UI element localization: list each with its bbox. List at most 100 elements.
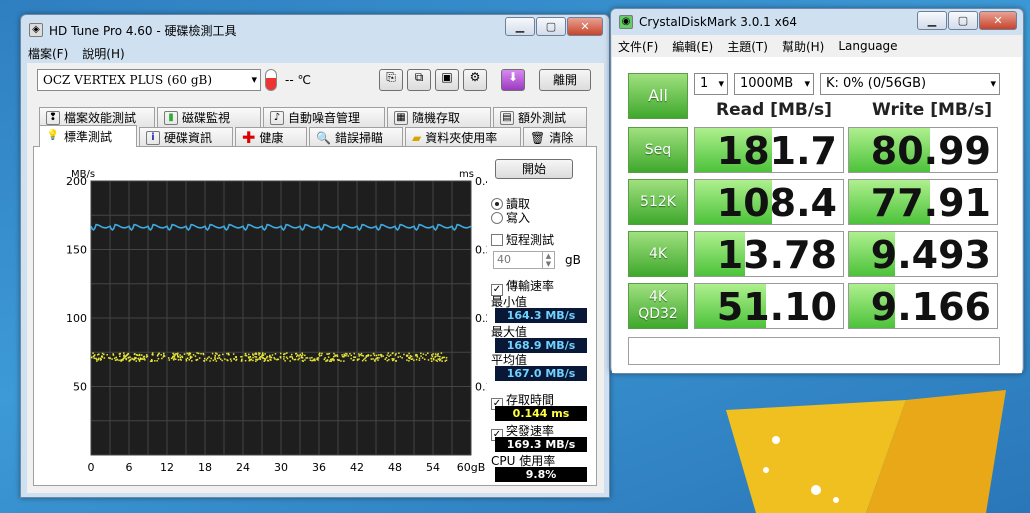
access-time-point (188, 353, 191, 356)
tab-label: 隨機存取 (412, 111, 461, 125)
tab-error-scan[interactable]: 🔍 錯誤掃瞄 (309, 127, 403, 147)
download-icon[interactable]: ⬇ (501, 69, 525, 91)
cdm-close-button[interactable]: ✕ (979, 11, 1017, 30)
access-time-point (305, 357, 307, 359)
access-time-point (323, 358, 326, 361)
write-radio[interactable]: 寫入 (491, 209, 530, 226)
burst-rate-value: 169.3 MB/s (495, 437, 587, 452)
tab-folder-usage[interactable]: ▰ 資料夾使用率 (405, 127, 521, 147)
write-result-cell: 77.91 (848, 179, 998, 225)
access-time-point (324, 357, 326, 359)
access-time-point (286, 357, 289, 360)
access-time-point (329, 360, 331, 362)
tab-health[interactable]: ✚ 健康 (235, 127, 307, 147)
access-time-point (227, 354, 230, 356)
access-time-point (139, 357, 142, 359)
access-time-point (362, 355, 365, 357)
access-time-point (226, 359, 228, 361)
burst-rate-label: 突發速率 (506, 424, 555, 438)
access-time-point (314, 359, 316, 362)
hdtune-window: ◈ HD Tune Pro 4.60 - 硬碟檢測工具 ▁ ▢ ✕ 檔案(F) … (20, 14, 610, 498)
all-button[interactable]: All (628, 73, 688, 119)
tab-benchmark[interactable]: 💡 標準測試 (39, 125, 137, 147)
copy-text-icon[interactable]: ⧉ (407, 69, 431, 91)
access-time-point (318, 355, 321, 357)
cdm-menu-edit[interactable]: 編輯(E) (672, 38, 713, 55)
access-time-point (431, 354, 433, 356)
access-time-point (353, 356, 355, 358)
cdm-menu-help[interactable]: 幫助(H) (782, 38, 824, 55)
comment-field[interactable] (628, 337, 1000, 365)
access-time-point (301, 356, 303, 359)
access-time-point (264, 353, 266, 355)
x-tick-label: 30 (274, 461, 288, 474)
access-time-point (245, 354, 248, 357)
access-time-point (290, 353, 293, 356)
save-icon[interactable]: ▣ (435, 69, 459, 91)
cdm-maximize-button[interactable]: ▢ (948, 11, 978, 30)
access-time-point (416, 354, 418, 356)
menu-help[interactable]: 說明(H) (82, 45, 124, 62)
test-4k-button[interactable]: 4K (628, 231, 688, 277)
tab-erase[interactable]: 🗑 清除 (523, 127, 587, 147)
access-time-point (160, 353, 162, 356)
test-4k-qd32-button[interactable]: 4K QD32 (628, 283, 688, 329)
access-time-point (333, 356, 335, 358)
tab-random-access[interactable]: ▦ 隨機存取 (387, 107, 491, 127)
access-time-point (206, 357, 209, 360)
access-time-point (240, 356, 242, 358)
access-time-point (326, 359, 329, 362)
runs-select[interactable]: 1 (694, 73, 728, 95)
access-time-point (151, 352, 154, 354)
cdm-menu-language[interactable]: Language (838, 39, 897, 53)
access-time-point (93, 357, 96, 360)
tab-extra-tests[interactable]: ▤ 額外測試 (493, 107, 587, 127)
access-time-point (319, 352, 321, 355)
minimize-button[interactable]: ▁ (505, 17, 535, 36)
x-tick-label: 36 (312, 461, 326, 474)
access-time-point (188, 358, 191, 361)
size-select[interactable]: 1000MB (734, 73, 814, 95)
short-test-checkbox[interactable]: 短程測試 (491, 231, 554, 248)
tab-aam[interactable]: ♪ 自動噪音管理 (263, 107, 385, 127)
access-time-point (177, 359, 180, 361)
copy-icon[interactable]: ⎘ (379, 69, 403, 91)
tab-label: 自動噪音管理 (288, 111, 361, 125)
access-time-point (441, 360, 443, 362)
close-button[interactable]: ✕ (567, 17, 603, 36)
options-icon[interactable]: ⚙ (463, 69, 487, 91)
test-seq-button[interactable]: Seq (628, 127, 688, 173)
tab-file-benchmark[interactable]: ❢ 檔案效能測試 (39, 107, 155, 127)
access-time-point (418, 357, 421, 360)
tab-disk-monitor[interactable]: ▮ 磁碟監視 (157, 107, 261, 127)
test-512k-button[interactable]: 512K (628, 179, 688, 225)
cdm-drive-select[interactable]: K: 0% (0/56GB) (820, 73, 1000, 95)
cdm-minimize-button[interactable]: ▁ (917, 11, 947, 30)
exit-button[interactable]: 離開 (539, 69, 591, 91)
cdm-menu-theme[interactable]: 主題(T) (727, 38, 768, 55)
tab-label: 標準測試 (64, 130, 113, 144)
short-test-spin[interactable]: 40 ▲ ▼ (493, 251, 555, 269)
hdtune-title: HD Tune Pro 4.60 - 硬碟檢測工具 (49, 23, 237, 38)
cdm-menu-file[interactable]: 文件(F) (618, 38, 658, 55)
access-time-point (388, 355, 390, 358)
drive-select[interactable]: OCZ VERTEX PLUS (60 gB) (37, 69, 261, 91)
access-time-point (176, 354, 179, 357)
start-button[interactable]: 開始 (495, 159, 573, 179)
menu-file[interactable]: 檔案(F) (28, 45, 68, 62)
access-time-point (358, 358, 360, 360)
access-time-point (325, 360, 327, 362)
cdm-menubar: 文件(F) 編輯(E) 主題(T) 幫助(H) Language (612, 35, 1022, 57)
access-time-point (321, 352, 323, 355)
access-time-point (189, 356, 192, 358)
tab-info[interactable]: i 硬碟資訊 (139, 127, 233, 147)
access-time-point (299, 353, 302, 356)
tab-label: 錯誤掃瞄 (334, 131, 383, 145)
access-time-point (179, 354, 181, 356)
access-time-point (144, 359, 146, 361)
tab-label: 檔案效能測試 (64, 111, 137, 125)
maximize-button[interactable]: ▢ (536, 17, 566, 36)
access-time-point (129, 356, 131, 358)
access-time-point (151, 358, 153, 361)
access-time-point (405, 354, 408, 357)
